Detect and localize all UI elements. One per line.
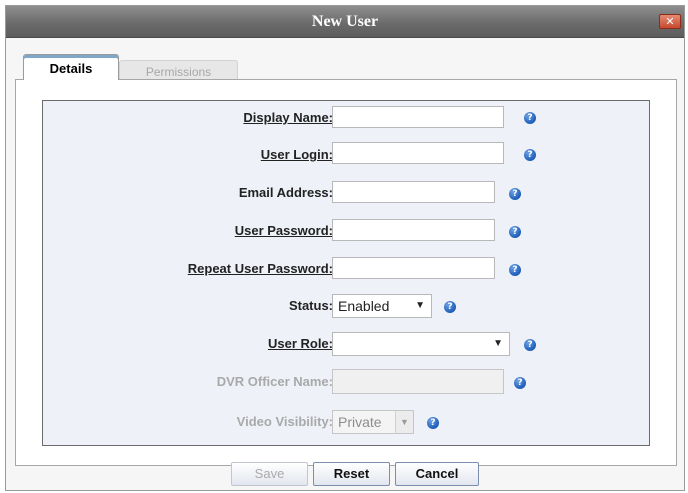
chevron-down-icon: ▼ — [395, 411, 413, 433]
help-icon[interactable]: ? — [524, 112, 536, 124]
dvr-officer-name-field — [332, 369, 504, 394]
user-role-label: User Role: — [267, 336, 333, 351]
chevron-down-icon: ▼ — [415, 300, 425, 311]
help-icon[interactable]: ? — [509, 188, 521, 200]
repeat-password-field[interactable] — [332, 257, 495, 279]
reset-button[interactable]: Reset — [313, 462, 390, 486]
help-icon[interactable]: ? — [524, 149, 536, 161]
help-icon[interactable]: ? — [509, 226, 521, 238]
close-icon[interactable]: ✕ — [659, 14, 681, 29]
user-login-label: User Login: — [260, 147, 333, 162]
video-visibility-label: Video Visibility: — [236, 414, 333, 429]
help-icon[interactable]: ? — [514, 377, 526, 389]
help-icon[interactable]: ? — [509, 264, 521, 276]
email-address-field[interactable] — [332, 181, 495, 203]
status-select[interactable]: Enabled ▼ — [332, 294, 432, 318]
help-icon[interactable]: ? — [524, 339, 536, 351]
new-user-dialog: New User ✕ Details Permissions Display N… — [5, 5, 685, 491]
repeat-password-label: Repeat User Password: — [187, 261, 333, 276]
help-icon[interactable]: ? — [444, 301, 456, 313]
help-icon[interactable]: ? — [427, 417, 439, 429]
user-login-field[interactable] — [332, 142, 504, 164]
display-name-field[interactable] — [332, 106, 504, 128]
video-visibility-selected-value: Private — [338, 414, 382, 430]
email-address-label: Email Address: — [238, 185, 333, 200]
save-button[interactable]: Save — [231, 462, 308, 486]
display-name-label: Display Name: — [243, 110, 333, 125]
chevron-down-icon: ▼ — [493, 338, 503, 349]
dialog-title: New User — [311, 13, 379, 30]
title-bar[interactable]: New User ✕ — [6, 6, 684, 38]
status-label: Status: — [288, 298, 333, 313]
user-password-field[interactable] — [332, 219, 495, 241]
dvr-officer-name-label: DVR Officer Name: — [216, 374, 333, 389]
user-role-select[interactable]: ▼ — [332, 332, 510, 356]
tab-permissions[interactable]: Permissions — [119, 60, 238, 80]
video-visibility-select: Private ▼ — [332, 410, 414, 434]
tab-details[interactable]: Details — [23, 54, 119, 80]
user-password-label: User Password: — [234, 223, 333, 238]
status-selected-value: Enabled — [338, 298, 390, 314]
cancel-button[interactable]: Cancel — [395, 462, 479, 486]
